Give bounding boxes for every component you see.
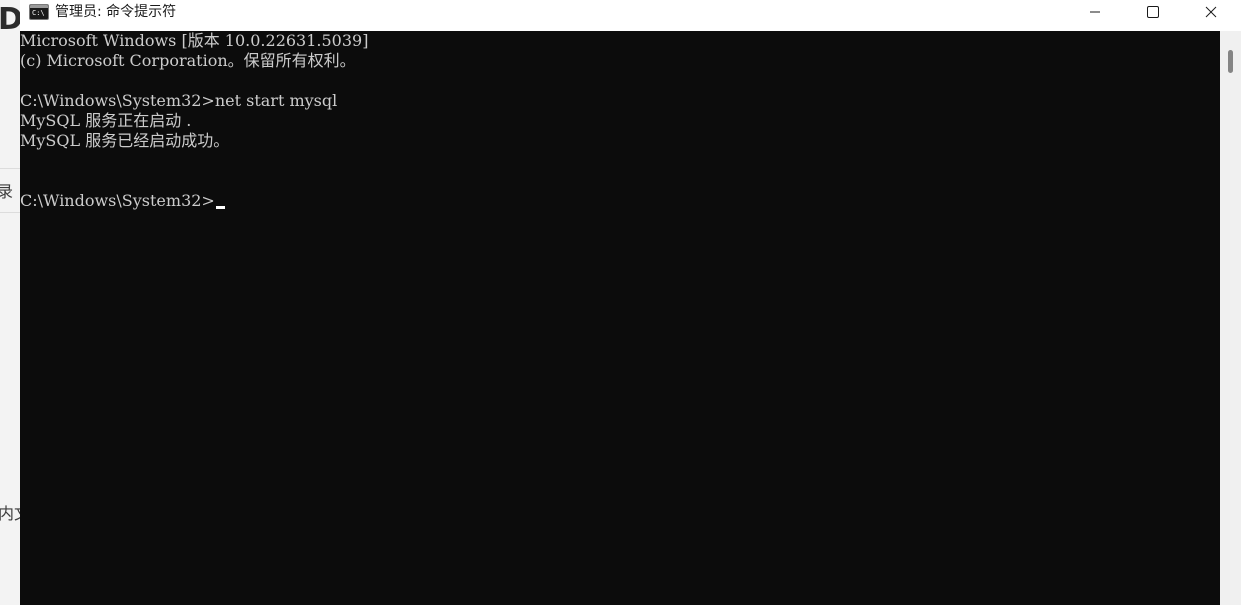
background-app-strip: D 录 内文 bbox=[0, 0, 20, 605]
minimize-icon bbox=[1090, 11, 1100, 13]
background-divider bbox=[0, 212, 20, 213]
close-icon bbox=[1205, 6, 1217, 18]
console-line: MySQL 服务已经启动成功。 bbox=[20, 131, 230, 150]
maximize-icon bbox=[1147, 6, 1159, 18]
cmd-icon[interactable]: C:\ bbox=[29, 4, 49, 20]
console-line: MySQL 服务正在启动 . bbox=[20, 111, 192, 130]
window-title: 管理员: 命令提示符 bbox=[55, 4, 177, 20]
close-button[interactable] bbox=[1182, 0, 1240, 24]
maximize-button[interactable] bbox=[1124, 0, 1182, 24]
background-divider bbox=[0, 168, 20, 169]
console-line: C:\Windows\System32>net start mysql bbox=[20, 91, 338, 110]
console-line: Microsoft Windows [版本 10.0.22631.5039] bbox=[20, 31, 369, 50]
console-line: (c) Microsoft Corporation。保留所有权利。 bbox=[20, 51, 356, 70]
vertical-scrollbar[interactable] bbox=[1220, 31, 1241, 605]
console-prompt-line[interactable]: C:\Windows\System32> bbox=[20, 191, 225, 211]
background-text-fragment: 内文 bbox=[0, 504, 20, 523]
command-prompt-window: C:\ 管理员: 命令提示符 Microsoft Windows [版本 10.… bbox=[20, 0, 1241, 605]
title-bar[interactable]: C:\ 管理员: 命令提示符 bbox=[20, 0, 1241, 31]
scrollbar-thumb[interactable] bbox=[1228, 50, 1233, 73]
minimize-button[interactable] bbox=[1066, 0, 1124, 24]
text-cursor bbox=[215, 206, 225, 209]
background-text-fragment: 录 bbox=[0, 182, 14, 201]
background-app-logo-fragment: D bbox=[0, 2, 20, 37]
console-prompt: C:\Windows\System32> bbox=[20, 191, 215, 210]
console-output[interactable]: Microsoft Windows [版本 10.0.22631.5039] (… bbox=[20, 31, 1220, 605]
